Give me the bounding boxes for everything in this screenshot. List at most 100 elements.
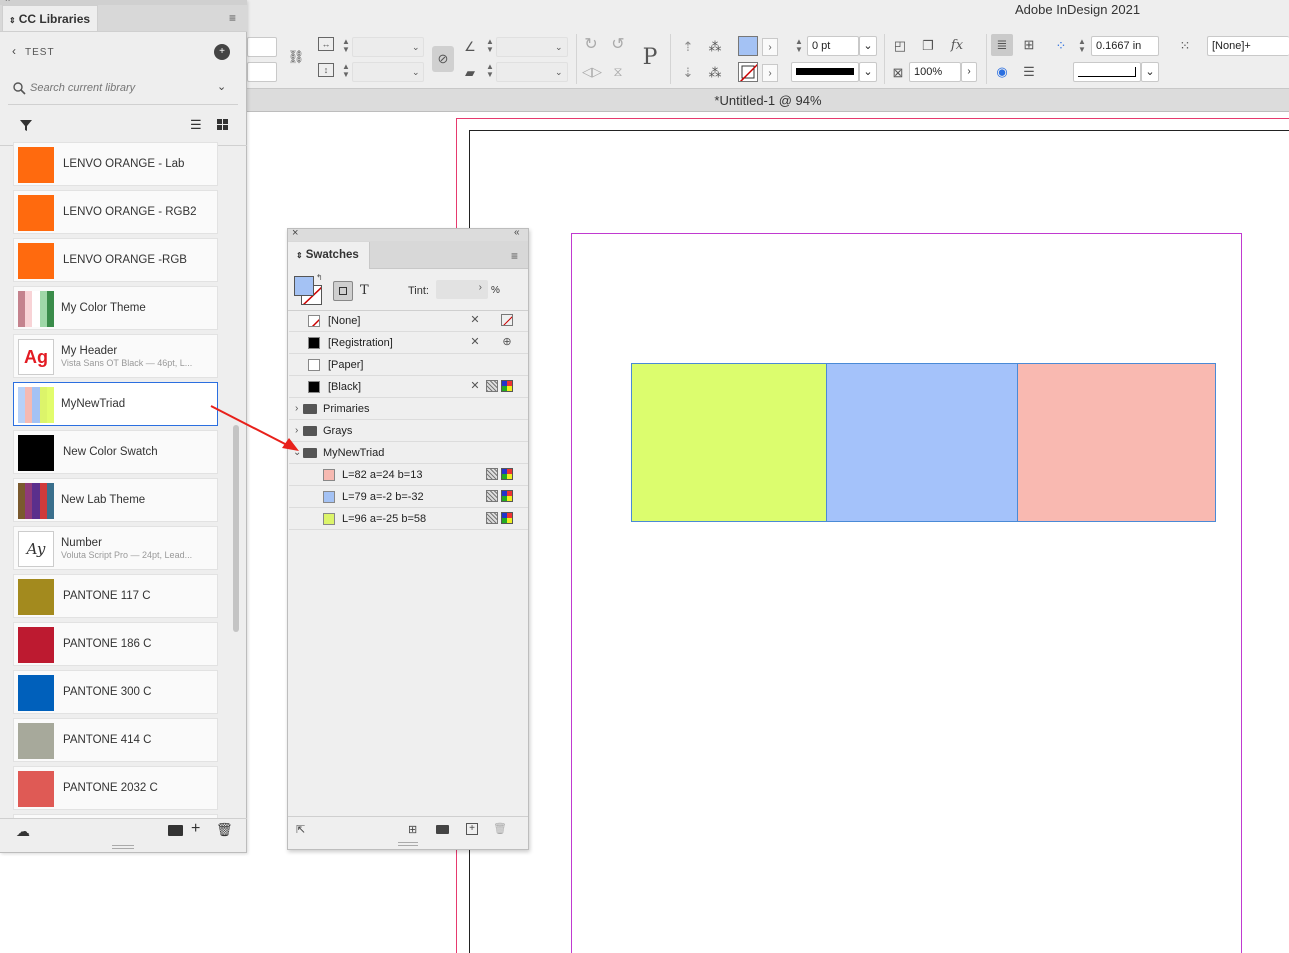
add-to-cc-library-icon[interactable]: ⇱ (296, 823, 305, 836)
swatch-row[interactable]: L=82 a=24 b=13 (289, 464, 528, 486)
text-wrap-bbox-icon[interactable]: ⊞ (1020, 36, 1038, 54)
x-field[interactable] (247, 37, 277, 57)
corner-options-icon[interactable]: ◰ (891, 37, 909, 55)
add-content-icon[interactable]: + (191, 820, 200, 838)
cloud-sync-icon[interactable]: ☁ (16, 823, 30, 840)
panel-menu-icon[interactable]: ≡ (511, 249, 518, 263)
select-previous-icon[interactable]: ⇣ (679, 64, 697, 82)
library-item[interactable]: LENVO ORANGE - RGB2 (13, 190, 218, 234)
collaborators-icon[interactable]: + (214, 44, 230, 60)
flip-vertical-icon[interactable]: ⧖ (609, 63, 627, 81)
fill-proxy[interactable] (294, 276, 314, 296)
auto-fit-icon[interactable]: ⁘ (1052, 37, 1070, 55)
select-next-icon[interactable]: ⁂ (706, 64, 724, 82)
library-item[interactable]: PANTONE 414 C (13, 718, 218, 762)
chevron-right-icon[interactable]: › (961, 62, 977, 82)
fill-chevron-icon[interactable]: › (762, 38, 778, 56)
panel-gripper[interactable]: × « (288, 227, 528, 241)
color-block-group[interactable] (631, 363, 1216, 522)
effects-fx-icon[interactable]: fx (948, 37, 966, 55)
formatting-text-button[interactable]: T (360, 283, 369, 298)
delete-swatch-icon[interactable]: 🗑 (493, 822, 507, 835)
swatch-row-registration[interactable]: [Registration] ✕ ⊕ (289, 332, 528, 354)
offset-stepper[interactable]: ▲ ▼ (1077, 38, 1087, 56)
chevron-down-icon[interactable]: ⌄ (859, 62, 877, 82)
rotate-ccw-icon[interactable]: ↺ (609, 36, 627, 54)
show-swatch-kinds-icon[interactable]: ⊞ (408, 823, 417, 836)
stroke-chevron-icon[interactable]: › (762, 64, 778, 82)
library-item[interactable]: LENVO ORANGE - Lab (13, 142, 218, 186)
chevron-down-icon[interactable]: ⌄ (293, 442, 301, 464)
stroke-type-field[interactable] (791, 62, 859, 82)
shear-stepper[interactable]: ▲ ▼ (485, 63, 495, 81)
link-icon[interactable]: ⊘ (432, 46, 454, 72)
chevron-down-icon[interactable]: ⌄ (217, 80, 226, 93)
resize-grip[interactable] (112, 845, 134, 849)
stroke-color-swatch[interactable] (738, 62, 758, 82)
swatch-row[interactable]: L=96 a=-25 b=58 (289, 508, 528, 530)
frame-fit-field[interactable] (1073, 62, 1141, 82)
new-swatch-icon[interactable]: + (466, 823, 478, 835)
library-item[interactable]: PANTONE 300 C (13, 670, 218, 714)
swatch-group-grays[interactable]: › Grays (289, 420, 528, 442)
panel-menu-icon[interactable]: ≡ (229, 11, 236, 25)
chevron-down-icon[interactable]: ⌄ (1141, 62, 1159, 82)
search-input[interactable] (30, 79, 210, 97)
lime-block[interactable] (632, 364, 827, 521)
library-item[interactable]: PANTONE 2032 C (13, 766, 218, 810)
drop-shadow-icon[interactable]: ❐ (919, 37, 937, 55)
resize-grip[interactable] (398, 842, 418, 846)
swap-icon[interactable]: ↰ (316, 273, 323, 282)
library-item[interactable]: New Lab Theme (13, 478, 218, 522)
grid-view-icon[interactable] (217, 119, 228, 130)
text-wrap-shape-icon[interactable]: ◉ (993, 63, 1011, 81)
document-tab[interactable]: *Untitled-1 @ 94% (247, 89, 1289, 112)
swatch-group-mynewtriad[interactable]: ⌄ MyNewTriad (289, 442, 528, 464)
select-content-icon[interactable]: ⁂ (706, 38, 724, 56)
scrollbar-thumb[interactable] (233, 425, 239, 632)
close-icon[interactable]: × (5, 0, 10, 4)
library-item[interactable]: LENVO ORANGE -RGB (13, 238, 218, 282)
trash-icon[interactable]: 🗑 (216, 822, 233, 838)
text-wrap-jump-icon[interactable]: ☰ (1020, 63, 1038, 81)
library-item[interactable]: My Color Theme (13, 286, 218, 330)
tab-swatches[interactable]: ⇕ Swatches (288, 242, 370, 269)
filter-icon[interactable] (19, 118, 33, 132)
formatting-container-button[interactable] (333, 281, 353, 301)
chevron-right-icon[interactable]: › (479, 282, 482, 293)
text-frame-icon[interactable]: P (636, 44, 664, 72)
select-container-icon[interactable]: ⇡ (679, 38, 697, 56)
close-icon[interactable]: × (292, 227, 298, 239)
library-item[interactable]: PANTONE 117 C (13, 574, 218, 618)
library-item[interactable]: New Color Swatch (13, 430, 218, 474)
chevron-down-icon[interactable]: ⌄ (412, 42, 420, 53)
new-color-group-icon[interactable] (436, 825, 449, 834)
fill-stroke-proxy[interactable]: ↰ (294, 273, 324, 306)
chevron-down-icon[interactable]: ⌄ (412, 67, 420, 78)
width-stepper[interactable]: ▲ ▼ (341, 38, 351, 56)
swatch-row[interactable]: L=79 a=-2 b=-32 (289, 486, 528, 508)
tint-field[interactable]: › (436, 280, 488, 299)
library-item[interactable]: Ay Number Voluta Script Pro — 24pt, Lead… (13, 526, 218, 570)
swatch-row-paper[interactable]: [Paper] (289, 354, 528, 376)
flip-horizontal-icon[interactable]: ◁▷ (582, 63, 602, 81)
swatch-group-primaries[interactable]: › Primaries (289, 398, 528, 420)
opacity-field[interactable]: 100% (909, 62, 961, 82)
pink-block[interactable] (1018, 364, 1215, 521)
constrain-proportions-icon[interactable]: ⛓ (287, 48, 305, 66)
object-style-field[interactable]: [None]+ (1207, 36, 1289, 56)
rotate-cw-icon[interactable]: ↻ (582, 36, 600, 54)
folder-icon[interactable] (168, 825, 183, 836)
library-item[interactable]: Ag My Header Vista Sans OT Black — 46pt,… (13, 334, 218, 378)
chevron-right-icon[interactable]: › (295, 420, 298, 442)
blue-block[interactable] (827, 364, 1018, 521)
y-field[interactable] (247, 62, 277, 82)
library-item-selected[interactable]: MyNewTriad (13, 382, 218, 426)
offset-field[interactable]: 0.1667 in (1091, 36, 1159, 56)
chevron-down-icon[interactable]: ⌄ (555, 42, 563, 53)
chevron-down-icon[interactable]: ⌄ (859, 36, 877, 56)
rotate-stepper[interactable]: ▲ ▼ (485, 38, 495, 56)
stroke-weight-field[interactable]: 0 pt (807, 36, 859, 56)
stroke-weight-stepper[interactable]: ▲ ▼ (794, 38, 804, 56)
fill-color-swatch[interactable] (738, 36, 758, 56)
